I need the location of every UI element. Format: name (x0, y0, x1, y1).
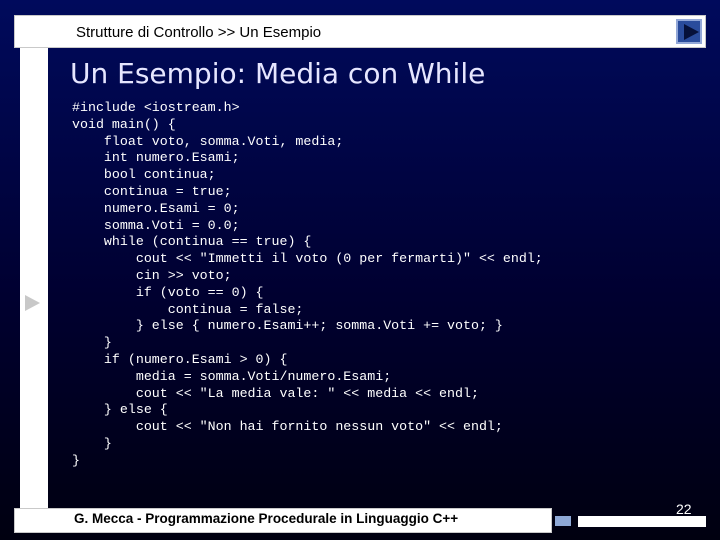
code-line: } (72, 335, 112, 351)
code-line: cout << "Immetti il voto (0 per fermarti… (72, 251, 543, 267)
code-line: } (72, 435, 112, 451)
code-line: } (72, 452, 80, 468)
code-line: somma.Voti = 0.0; (72, 217, 240, 233)
code-line: continua = true; (72, 183, 232, 199)
breadcrumb: Strutture di Controllo >> Un Esempio (76, 24, 322, 41)
code-line: cin >> voto; (72, 267, 232, 283)
code-line: int numero.Esami; (72, 150, 240, 166)
footer-marker (555, 516, 571, 526)
code-line: if (numero.Esami > 0) { (72, 351, 288, 367)
code-line: continua = false; (72, 301, 304, 317)
play-marker-icon[interactable] (22, 293, 42, 318)
footer-credit: G. Mecca - Programmazione Procedurale in… (74, 511, 459, 526)
code-line: if (voto == 0) { (72, 284, 264, 300)
code-line: media = somma.Voti/numero.Esami; (72, 368, 392, 384)
code-line: bool continua; (72, 167, 216, 183)
code-line: cout << "Non hai fornito nessun voto" <<… (72, 419, 503, 435)
code-line: } else { (72, 402, 168, 418)
code-line: } else { numero.Esami++; somma.Voti += v… (72, 318, 503, 334)
code-line: float voto, somma.Voti, media; (72, 133, 344, 149)
play-triangle-icon (684, 24, 699, 40)
code-line: while (continua == true) { (72, 234, 312, 250)
slide-title: Un Esempio: Media con While (70, 57, 486, 90)
next-slide-button[interactable] (676, 19, 702, 44)
code-line: #include <iostream.h> (72, 100, 240, 115)
code-line: void main() { (72, 116, 176, 132)
code-line: numero.Esami = 0; (72, 200, 240, 216)
code-block: #include <iostream.h> void main() { float… (72, 100, 692, 470)
left-decor-bar (20, 22, 48, 515)
code-line: cout << "La media vale: " << media << en… (72, 385, 479, 401)
page-number: 22 (676, 501, 692, 517)
footer-right-band (578, 516, 706, 527)
